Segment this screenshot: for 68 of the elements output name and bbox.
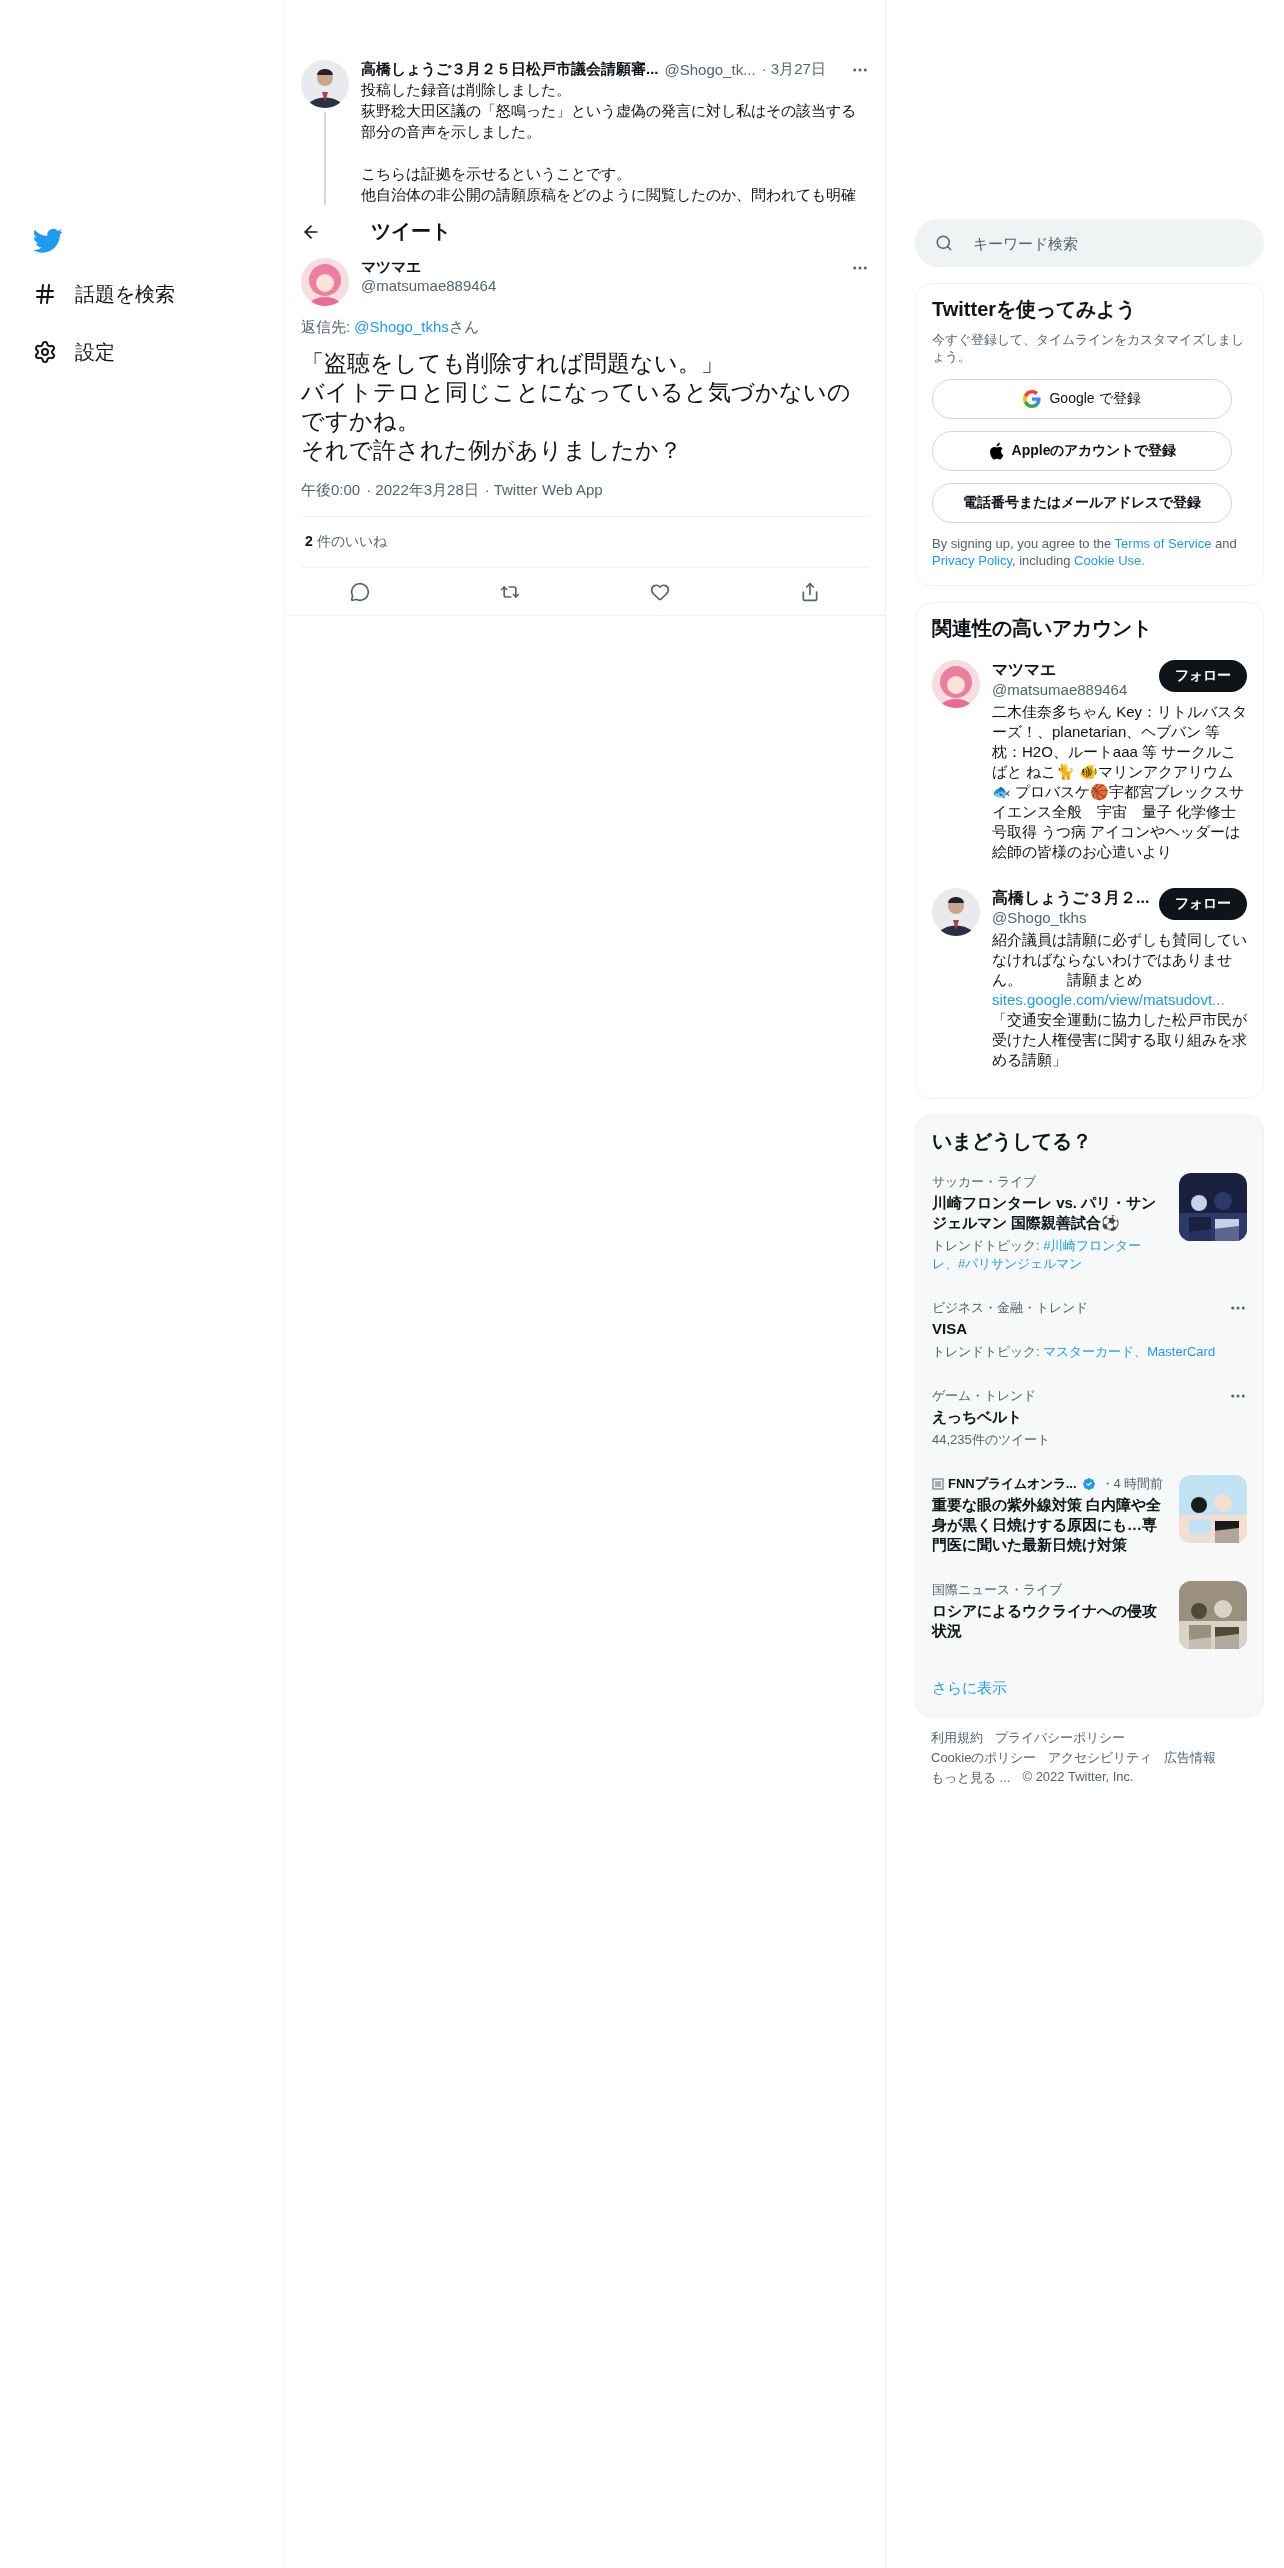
footer-link[interactable]: 広告情報	[1164, 1749, 1217, 1767]
reply-to-text: 返信先: @Shogo_tkhsさん	[300, 317, 480, 337]
source-logo-icon	[932, 1478, 944, 1490]
trend-context: ビジネス・金融・トレンド	[932, 1299, 1088, 1317]
signup-button[interactable]: Google で登録	[932, 379, 1232, 419]
nav-item[interactable]: 話題を検索	[33, 276, 284, 312]
search-field[interactable]: キーワード検索	[915, 219, 1264, 267]
trend-title[interactable]: 重要な眼の紫外線対策 白内障や全身が黒く日焼けする原因にも…専門医に聞いた最新日焼け対策	[932, 1495, 1167, 1555]
news-time: ・4 時間前	[1100, 1475, 1164, 1493]
tweet-text: 「盗聴をしても削除すれば問題ない。」 バイトテロと同じことになっていると気づかないのですかね。 それで許された例がありましたか？	[300, 349, 852, 465]
hashtag-icon	[33, 282, 57, 306]
trend-title[interactable]: えっちベルト	[932, 1407, 1247, 1427]
follow-button[interactable]: フォロー	[1159, 888, 1247, 920]
tweet-text: こちらは証拠を示せるということです。	[361, 164, 632, 184]
like-count[interactable]: 2 件のいいね	[301, 517, 869, 568]
account-name[interactable]: マツマエ	[992, 660, 1128, 681]
account-handle: @matsumae889464	[992, 681, 1128, 698]
signup-button[interactable]: Appleのアカウントで登録	[932, 431, 1232, 471]
card-title: いまどうしてる？	[932, 1129, 1093, 1154]
signup-button[interactable]: 電話番号またはメールアドレスで登録	[932, 483, 1232, 523]
reply-button[interactable]	[350, 581, 370, 602]
tweet-meta: · Twitter Web App	[484, 481, 603, 500]
tweet-text: 他自治体の非公開の請願原稿をどのように閲覧したのか、問われても明確	[361, 185, 857, 205]
author-name[interactable]: マツマエ	[361, 258, 421, 277]
tweet-meta: · 2022年3月28日	[366, 481, 479, 500]
avatar[interactable]	[301, 60, 349, 108]
card-title: Twitterを使ってみよう	[932, 297, 1138, 322]
author-name[interactable]: 高橋しょうご３月２５日松戸市議会請願審...	[361, 60, 659, 79]
like-button[interactable]	[650, 581, 670, 602]
trend-topics: トレンドトピック: マスターカード、MasterCard	[932, 1343, 1217, 1361]
footer-link[interactable]: もっと見る ...	[931, 1769, 1011, 1787]
legal-text: By signing up, you agree to the Terms of Service and Privacy Policy, including Cookie Use.	[932, 535, 1238, 569]
trend-context: ゲーム・トレンド	[932, 1387, 1036, 1405]
page-title: ツイート	[371, 219, 451, 244]
tweet-text: 投稿した録音は削除しました。	[361, 80, 572, 100]
tweet-time[interactable]: · 3月27日	[761, 60, 826, 79]
footer-link[interactable]: アクセシビリティ	[1048, 1749, 1153, 1767]
settings-icon	[33, 340, 57, 364]
avatar[interactable]	[932, 888, 980, 936]
copyright-text: © 2022 Twitter, Inc.	[1022, 1769, 1134, 1786]
apple-logo-icon	[987, 442, 1004, 460]
author-handle: @Shogo_tk...	[664, 61, 756, 78]
tweet-text: 荻野稔大田区議の「怒鳴った」という虚偽の発言に対し私はその該当する部分の音声を示しました。	[361, 101, 857, 142]
follow-button[interactable]: フォロー	[1159, 660, 1247, 692]
tweet-meta[interactable]: 午後0:00	[301, 481, 361, 500]
trend-context: サッカー・ライブ	[932, 1173, 1036, 1191]
nav-item[interactable]: 設定	[33, 334, 284, 370]
news-source: FNNプライムオンラ...	[948, 1475, 1077, 1493]
author-handle: @matsumae889464	[361, 277, 498, 294]
bird-logo-icon[interactable]	[33, 228, 63, 254]
account-handle: @Shogo_tkhs	[992, 909, 1088, 926]
trend-context: 国際ニュース・ライブ	[932, 1581, 1062, 1599]
account-bio: 二木佳奈多ちゃん Key：リトルバスターズ！、planetarian、ヘブバン 等枕：H2O、ルートaaa 等 サークルこばと ねこ🐈 🐠マリンアクアリウム🐟 プロバスケ🏀宇都宮ブレックスサイエンス全般 宇宙 量子 化学修士号取得 うつ病 アイコンやヘッダーは絵師の皆様のお心遣いより	[992, 702, 1247, 862]
footer-link[interactable]: Cookieのポリシー	[931, 1749, 1037, 1767]
trend-title[interactable]: VISA	[932, 1319, 1247, 1339]
tweet-count: 44,235件のツイート	[932, 1431, 1051, 1449]
share-button[interactable]	[800, 581, 820, 602]
account-name[interactable]: 高橋しょうご３月２...	[992, 888, 1150, 909]
search-icon	[935, 234, 953, 252]
trend-title[interactable]: 川崎フロンターレ vs. パリ・サンジェルマン 国際親善試合⚽	[932, 1193, 1167, 1233]
card-subtitle: 今すぐ登録して、タイムラインをカスタマイズしましょう。	[932, 331, 1245, 365]
account-bio: 紹介議員は請願に必ずしも賛同していなければならないわけではありません。 請願まとめ sites.google.com/view/matsudovt... 「交通安全運動に協力した松戸市民が受けた人権侵害に関する取り組みを求める請願」	[992, 930, 1247, 1070]
footer-link[interactable]: プライバシーポリシー	[995, 1729, 1125, 1747]
card-title: 関連性の高いアカウント	[932, 616, 1153, 641]
footer-link[interactable]: 利用規約	[931, 1729, 983, 1747]
trend-topics: トレンドトピック: #川崎フロンターレ、#パリサンジェルマン	[932, 1237, 1143, 1273]
trend-title[interactable]: ロシアによるウクライナへの侵攻状況	[932, 1601, 1167, 1641]
google-logo-icon	[1023, 390, 1042, 408]
